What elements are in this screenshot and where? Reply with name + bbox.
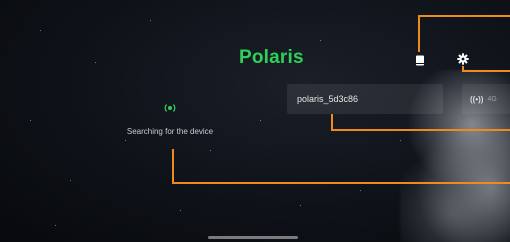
gear-icon [457,53,469,65]
callout-status-h [172,182,510,184]
device-name-label: polaris_5d3c86 [297,94,359,104]
network-status: ((•)) 4G [462,84,510,114]
callout-book-h [418,15,510,17]
network-type-label: 4G [487,95,497,103]
callout-book [418,15,420,52]
book-button[interactable] [412,52,428,68]
callout-device-h [331,129,510,131]
app-title: Polaris [239,47,304,68]
home-indicator[interactable] [208,236,298,239]
status-text: Searching for the device [126,127,214,136]
settings-button[interactable] [455,51,471,67]
connection-status: Searching for the device [108,101,232,136]
device-name-field[interactable]: polaris_5d3c86 [287,84,443,114]
callout-settings-h [462,70,510,72]
searching-indicator-icon [164,101,176,113]
book-icon [416,55,424,65]
signal-antenna-icon: ((•)) [470,94,484,104]
app-screen: Polaris polaris_5d3c86 ((•)) 4G Searchin… [0,0,510,242]
callout-status [172,149,174,184]
